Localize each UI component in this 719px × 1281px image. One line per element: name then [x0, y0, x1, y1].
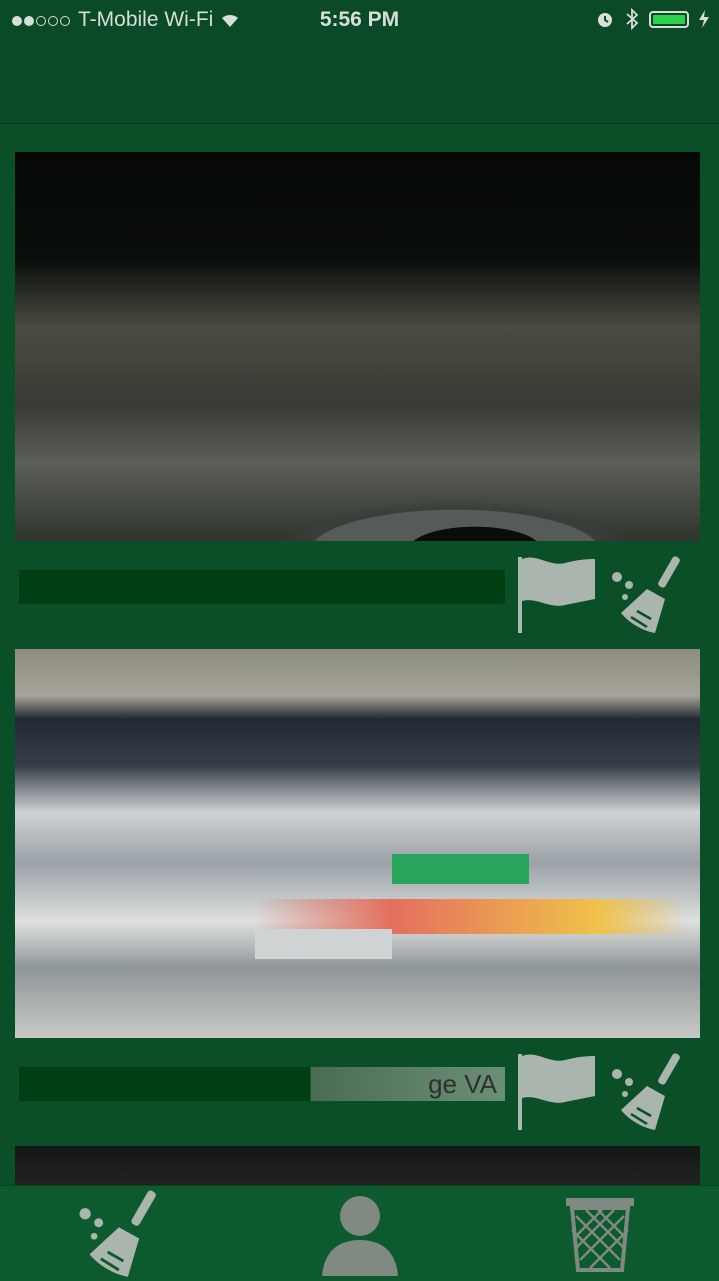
post-feed[interactable]: ge VA [0, 124, 719, 1185]
alarm-icon [598, 13, 612, 27]
tab-trash[interactable] [480, 1186, 719, 1281]
post-actions-row: ge VA [15, 1038, 700, 1146]
post-photo[interactable] [15, 152, 700, 541]
flag-icon[interactable] [515, 1052, 597, 1132]
post-caption [19, 570, 505, 604]
broom-icon[interactable] [607, 555, 689, 635]
navigation-bar [0, 40, 719, 124]
bluetooth-icon [626, 8, 639, 30]
tab-bar [0, 1185, 719, 1281]
tab-clean[interactable] [0, 1186, 240, 1281]
status-bar: T-Mobile Wi-Fi 5:56 PM [0, 0, 719, 40]
post-card [15, 152, 700, 649]
flag-icon[interactable] [515, 555, 597, 635]
trash-icon [566, 1197, 634, 1272]
battery-icon [649, 10, 689, 28]
broom-icon[interactable] [607, 1052, 689, 1132]
status-right [595, 8, 709, 30]
person-icon [322, 1195, 398, 1276]
broom-icon [79, 1190, 156, 1277]
post-card [15, 1146, 700, 1185]
post-photo[interactable] [15, 649, 700, 1038]
post-caption: ge VA [19, 1067, 505, 1101]
post-card: ge VA [15, 649, 700, 1146]
post-photo[interactable] [15, 1146, 700, 1185]
post-actions-row [15, 541, 700, 649]
charging-icon [699, 10, 709, 28]
tab-profile[interactable] [240, 1186, 480, 1281]
